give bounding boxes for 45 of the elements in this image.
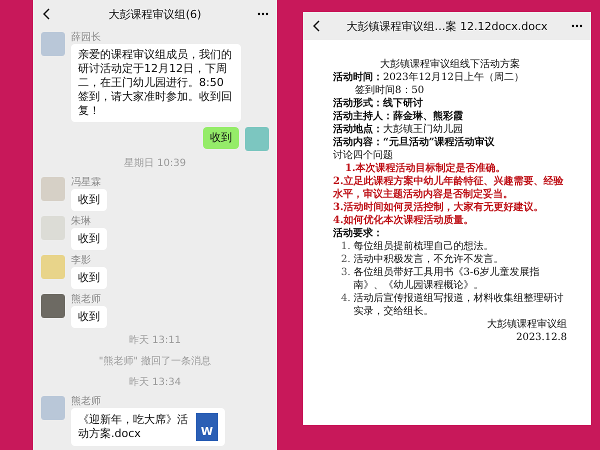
- document-line: 讨论四个问题: [333, 149, 394, 162]
- document-title: 大彭镇课程审议组…案 12.12docx.docx: [346, 18, 548, 34]
- avatar: [41, 255, 65, 279]
- avatar: [245, 127, 269, 151]
- document-icon: W: [196, 413, 218, 441]
- document-line: 1.本次课程活动目标制定是否准确。: [344, 162, 506, 175]
- list-item: 1. 每位组员提前梳理自己的想法。: [340, 240, 495, 253]
- list-item: 2. 活动中积极发言，不允许不发言。: [340, 253, 505, 266]
- message-bubble: 收到: [71, 267, 107, 289]
- avatar: [41, 294, 65, 318]
- sender-name: 朱琳: [71, 216, 92, 227]
- document-line: 活动时间：2023年12月12日上午（周二）: [333, 71, 525, 84]
- sender-name: 李影: [71, 255, 92, 266]
- sender-name: 冯星霖: [71, 177, 102, 188]
- document-line: 大彭镇课程审议组: [486, 318, 567, 331]
- sender-name: 薛园长: [71, 32, 102, 43]
- avatar: [41, 32, 65, 56]
- chat-notice: "熊老师" 撤回了一条消息: [98, 354, 212, 369]
- chat-title: 大彭课程审议组(6): [108, 6, 202, 22]
- document-line: 签到时间8：50: [354, 84, 426, 97]
- document-line: 3.活动时间如何灵活控制，大家有无更好建议。: [333, 201, 544, 214]
- document-line: 2023.12.8: [515, 331, 567, 344]
- document-line: 2.立足此课程方案中幼儿年龄特征、兴趣需要、经验水平，审议主题活动内容是否制定妥当。: [333, 175, 564, 201]
- message-bubble: 收到: [71, 189, 107, 211]
- document-line: 活动地点：大彭镇王门幼儿园: [333, 123, 464, 136]
- document-line: 活动内容：“元旦活动”课程活动审议: [333, 136, 496, 149]
- chat-notice: 昨天 13:11: [129, 334, 181, 348]
- sender-name: 熊老师: [71, 294, 102, 305]
- avatar: [41, 177, 65, 201]
- file-message[interactable]: 《迎新年，吃大席》活动方案.docx W: [71, 408, 225, 446]
- document-line: 活动主持人：薛金琳、熊彩霞: [333, 110, 464, 123]
- message-bubble: 收到: [71, 306, 107, 328]
- message-bubble: 收到: [71, 228, 107, 250]
- avatar: [41, 396, 65, 420]
- chat-notice: 昨天 13:34: [129, 376, 181, 390]
- message-bubble: 收到: [203, 127, 239, 149]
- list-item: 3. 各位组员带好工具用书《3-6岁儿童发展指南》、《幼儿园课程概论》。: [340, 266, 541, 292]
- document-line: 4.如何优化本次课程活动质量。: [333, 214, 474, 227]
- message-bubble: 亲爱的课程审议组成员，我们的研讨活动定于12月12日，下周二，在王门幼儿园进行。8:50签到，请大家准时参加。收到回复！: [71, 44, 241, 122]
- list-item: 4. 活动后宣传报道组写报道，材料收集组整理研讨实录，交给组长。: [340, 292, 565, 318]
- chat-notice: 星期日 10:39: [124, 156, 186, 171]
- document-line: 活动形式：线下研讨: [333, 97, 424, 110]
- document-line: 大彭镇课程审议组线下活动方案: [379, 58, 521, 71]
- document-line: 活动要求：: [333, 227, 384, 240]
- sender-name: 熊老师: [71, 396, 102, 407]
